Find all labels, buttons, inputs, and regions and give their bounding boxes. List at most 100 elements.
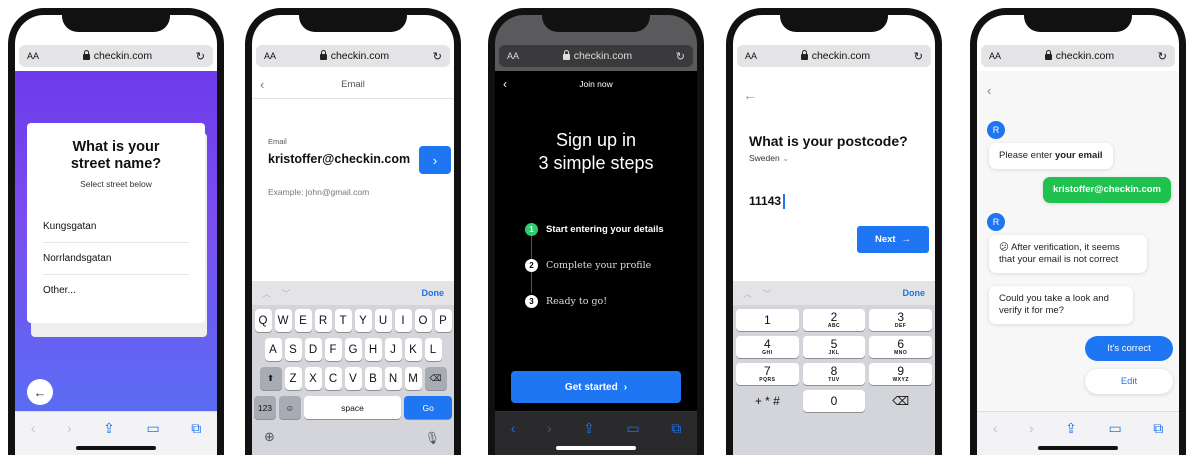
url-display[interactable]: checkin.com	[800, 50, 870, 62]
key[interactable]: W	[274, 309, 292, 332]
url-display[interactable]: checkin.com	[82, 50, 152, 62]
url-display[interactable]: checkin.com	[1044, 50, 1114, 62]
back-icon[interactable]: ‹	[511, 420, 516, 436]
text-size-button[interactable]: AA	[507, 51, 519, 61]
numpad-key[interactable]: 1	[736, 309, 799, 331]
numpad-key[interactable]: 4 GHI	[736, 336, 799, 358]
numpad-key[interactable]: 6 MNO	[869, 336, 933, 358]
street-option[interactable]: Other...	[43, 275, 189, 306]
back-chevron-icon[interactable]: ‹	[503, 77, 507, 91]
tabs-icon[interactable]: ⧉	[671, 420, 681, 437]
prev-next-icon[interactable]: ︿ ﹀	[743, 287, 776, 300]
address-bar[interactable]: AA checkin.com ↻	[19, 45, 213, 67]
key[interactable]: S	[284, 338, 302, 361]
text-size-button[interactable]: AA	[264, 51, 276, 61]
key[interactable]: E	[294, 309, 312, 332]
emoji-key-icon[interactable]: ☺	[278, 396, 301, 419]
reload-icon[interactable]: ↻	[196, 50, 205, 63]
keyboard-done-button[interactable]: Done	[422, 288, 445, 298]
keyboard-done-button[interactable]: Done	[903, 288, 926, 298]
numpad-key[interactable]: 2 ABC	[802, 309, 866, 331]
address-bar[interactable]: AA checkin.com ↻	[737, 45, 931, 67]
reload-icon[interactable]: ↻	[676, 50, 685, 63]
key[interactable]: H	[364, 338, 382, 361]
prev-next-icon[interactable]: ︿ ﹀	[262, 287, 295, 300]
its-correct-button[interactable]: It's correct	[1085, 336, 1173, 361]
key[interactable]: P	[434, 309, 452, 332]
back-chevron-icon[interactable]: ‹	[260, 77, 264, 92]
numpad-key[interactable]: + * #	[736, 390, 799, 412]
reload-icon[interactable]: ↻	[914, 50, 923, 63]
key[interactable]: Q	[254, 309, 272, 332]
key[interactable]: J	[384, 338, 402, 361]
url-display[interactable]: checkin.com	[319, 50, 389, 62]
key[interactable]: G	[344, 338, 362, 361]
key[interactable]: R	[314, 309, 332, 332]
key[interactable]: F	[324, 338, 342, 361]
tabs-icon[interactable]: ⧉	[1153, 420, 1163, 437]
forward-icon[interactable]: ›	[547, 420, 552, 436]
bookmarks-icon[interactable]: ▭	[146, 420, 159, 437]
numpad-key[interactable]: 5 JKL	[802, 336, 866, 358]
numbers-key[interactable]: 123	[254, 396, 276, 419]
text-size-button[interactable]: AA	[989, 51, 1001, 61]
globe-icon[interactable]: ⊕	[264, 429, 275, 445]
key[interactable]: N	[384, 367, 402, 390]
key[interactable]: Y	[354, 309, 372, 332]
reload-icon[interactable]: ↻	[433, 50, 442, 63]
email-field[interactable]: kristoffer@checkin.com	[268, 152, 410, 166]
key[interactable]: O	[414, 309, 432, 332]
url-display[interactable]: checkin.com	[562, 50, 632, 62]
address-bar[interactable]: AA checkin.com ↻	[981, 45, 1175, 67]
numpad-key[interactable]: 9 WXYZ	[869, 363, 933, 385]
go-key[interactable]: Go	[404, 396, 453, 419]
key[interactable]: B	[364, 367, 382, 390]
country-select[interactable]: Sweden ⌄	[749, 153, 789, 164]
text-size-button[interactable]: AA	[27, 51, 39, 61]
key[interactable]: V	[344, 367, 362, 390]
forward-icon[interactable]: ›	[1029, 420, 1034, 436]
street-option[interactable]: Norrlandsgatan	[43, 243, 189, 275]
next-button[interactable]: Next →	[857, 226, 929, 253]
back-icon[interactable]: ‹	[31, 420, 36, 436]
space-key[interactable]: space	[303, 396, 402, 419]
street-option[interactable]: Kungsgatan	[43, 211, 189, 243]
microphone-icon[interactable]: 🎙	[425, 431, 440, 445]
shift-key-icon[interactable]: ⬆	[259, 367, 282, 390]
get-started-button[interactable]: Get started ›	[511, 371, 681, 403]
key[interactable]: I	[394, 309, 412, 332]
address-bar[interactable]: AA checkin.com ↻	[499, 45, 693, 67]
address-bar[interactable]: AA checkin.com ↻	[256, 45, 450, 67]
back-arrow-icon[interactable]: ←	[27, 379, 53, 405]
key[interactable]: L	[424, 338, 442, 361]
bookmarks-icon[interactable]: ▭	[626, 420, 639, 437]
tabs-icon[interactable]: ⧉	[191, 420, 201, 437]
postcode-field[interactable]: 11143	[749, 194, 785, 210]
share-icon[interactable]: ⇪	[583, 420, 595, 437]
key[interactable]: K	[404, 338, 422, 361]
key[interactable]: C	[324, 367, 342, 390]
key[interactable]: X	[304, 367, 322, 390]
bookmarks-icon[interactable]: ▭	[1108, 420, 1121, 437]
key[interactable]: T	[334, 309, 352, 332]
numpad-key[interactable]: 7 PQRS	[736, 363, 799, 385]
delete-key-icon[interactable]: ⌫	[869, 390, 932, 412]
key[interactable]: Z	[284, 367, 302, 390]
key[interactable]: A	[264, 338, 282, 361]
back-chevron-icon[interactable]: ‹	[987, 83, 991, 98]
key[interactable]: D	[304, 338, 322, 361]
back-arrow-icon[interactable]: ←	[743, 87, 757, 103]
numpad-key[interactable]: 3 DEF	[869, 309, 933, 331]
text-size-button[interactable]: AA	[745, 51, 757, 61]
share-icon[interactable]: ⇪	[103, 420, 115, 437]
numpad-key[interactable]: 8 TUV	[802, 363, 866, 385]
back-icon[interactable]: ‹	[993, 420, 998, 436]
share-icon[interactable]: ⇪	[1065, 420, 1077, 437]
numpad-key[interactable]: 0	[802, 390, 866, 412]
edit-button[interactable]: Edit	[1085, 369, 1173, 394]
submit-arrow-button[interactable]: ›	[419, 146, 451, 174]
key[interactable]: U	[374, 309, 392, 332]
forward-icon[interactable]: ›	[67, 420, 72, 436]
delete-key-icon[interactable]: ⌫	[424, 367, 447, 390]
reload-icon[interactable]: ↻	[1158, 50, 1167, 63]
